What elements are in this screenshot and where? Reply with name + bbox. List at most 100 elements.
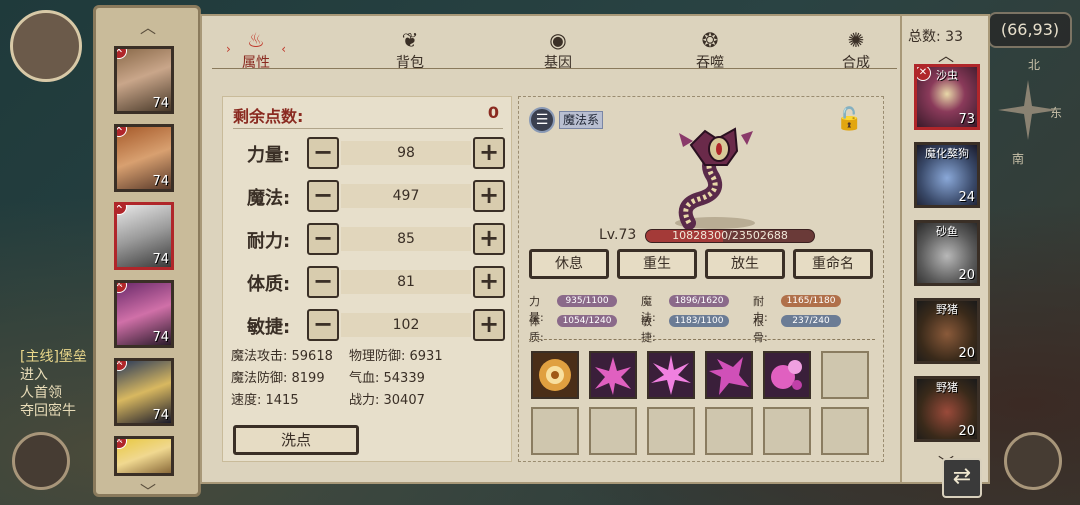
bag-icon: ❦ (401, 28, 419, 52)
stat-row-magic: 魔法: − 497 + (233, 180, 508, 212)
list-icon[interactable]: ☰ (529, 107, 555, 133)
pet-name: 砂鱼 (936, 225, 958, 238)
pet-card[interactable]: 野猪 20 (914, 376, 980, 442)
stat-value: 85 (341, 227, 471, 251)
hp-stat: 气血: 54339 (349, 371, 425, 386)
pet-level: 73 (958, 112, 975, 127)
empty-skill-slot[interactable] (589, 407, 637, 455)
quest-line: 夺回密牛 (20, 403, 76, 419)
phys-defense: 物理防御: 6931 (349, 349, 443, 364)
hero-roster[interactable]: ︿ ✕ 74 ✕ 74 ✕ 74 ⚔ 74 ⚔ 74 ⚔ ﹀ (93, 5, 201, 501)
hero-level: 74 (152, 252, 169, 267)
derived-stats: 魔法攻击: 59618 物理防御: 6931 魔法防御: 8199 气血: 54… (227, 345, 507, 409)
pet-info-panel: ☰ 魔法系 🔓 Lv.73 10828300/23502688 休息 重生 放生… (518, 96, 884, 462)
swap-icon[interactable]: ⇄ (942, 458, 982, 498)
hero-card[interactable]: ⚔ (114, 436, 174, 476)
decrease-button[interactable]: − (307, 223, 339, 255)
skill-slot[interactable] (647, 351, 695, 399)
remaining-points: 剩余点数: 0 (233, 103, 503, 129)
pet-level: 20 (958, 346, 975, 361)
rename-button[interactable]: 重命名 (793, 249, 873, 279)
pet-card[interactable]: 魔化獒狗 24 (914, 142, 980, 208)
map-action-button[interactable] (1004, 432, 1062, 490)
stat-label: 体质: (247, 274, 291, 295)
hero-card[interactable]: ⚔ 74 (114, 280, 174, 348)
stat-row-agility: 敏捷: − 102 + (233, 309, 508, 341)
pet-name: 沙虫 (936, 69, 958, 82)
decrease-button[interactable]: − (307, 309, 339, 341)
release-button[interactable]: 放生 (705, 249, 785, 279)
decrease-button[interactable]: − (307, 266, 339, 298)
pet-card-selected[interactable]: ✕ 沙虫 73 (914, 64, 980, 130)
hero-card[interactable]: ✕ 74 (114, 124, 174, 192)
stat-label: 力量: (247, 145, 291, 166)
pet-total-count: 总数: 33 (908, 29, 963, 45)
empty-skill-slot[interactable] (647, 407, 695, 455)
bubble-skill-icon (771, 360, 802, 390)
aptitude-value: 1165/1180 (781, 295, 841, 307)
decrease-button[interactable]: − (307, 180, 339, 212)
unlock-icon[interactable]: 🔓 (836, 107, 863, 132)
increase-button[interactable]: + (473, 137, 505, 169)
empty-skill-slot[interactable] (763, 407, 811, 455)
empty-skill-slot[interactable] (821, 351, 869, 399)
map-action-button[interactable] (12, 432, 70, 490)
increase-button[interactable]: + (473, 180, 505, 212)
reset-points-button[interactable]: 洗点 (233, 425, 359, 455)
hero-level: 74 (152, 174, 169, 189)
increase-button[interactable]: + (473, 266, 505, 298)
pet-name: 魔化獒狗 (925, 147, 969, 160)
increase-button[interactable]: + (473, 223, 505, 255)
stat-value: 497 (341, 184, 471, 208)
chevron-left-icon: › (226, 42, 231, 56)
pet-action-bar: 休息 重生 放生 重命名 (529, 249, 875, 279)
aptitude-value: 1054/1240 (557, 315, 617, 327)
hero-level: 74 (152, 96, 169, 111)
skill-slot[interactable] (763, 351, 811, 399)
stat-value: 98 (341, 141, 471, 165)
pet-exp-text: 10828300/23502688 (672, 229, 788, 242)
remaining-value: 0 (487, 103, 499, 122)
pet-level: 20 (958, 424, 975, 439)
pet-list-sidebar[interactable]: 总数: 33 ︿ ✕ 沙虫 73 魔化獒狗 24 砂鱼 20 野猪 20 野猪 … (900, 14, 990, 484)
hero-level: 74 (152, 330, 169, 345)
pet-level: 24 (958, 190, 975, 205)
empty-skill-slot[interactable] (705, 407, 753, 455)
flame-icon: ♨ (247, 28, 265, 52)
stat-label: 耐力: (247, 231, 291, 252)
pet-card[interactable]: 野猪 20 (914, 298, 980, 364)
rest-button[interactable]: 休息 (529, 249, 609, 279)
scroll-up-icon[interactable]: ︿ (140, 14, 156, 38)
stat-row-endurance: 耐力: − 85 + (233, 223, 508, 255)
empty-skill-slot[interactable] (821, 407, 869, 455)
quest-title: [主线]堡垒 (20, 349, 87, 365)
skill-slot[interactable] (531, 351, 579, 399)
hero-card[interactable]: ⚔ 74 (114, 358, 174, 426)
stat-value: 102 (341, 313, 471, 337)
aptitude-value: 935/1100 (557, 295, 617, 307)
pet-card[interactable]: 砂鱼 20 (914, 220, 980, 286)
player-avatar[interactable] (10, 10, 82, 82)
synth-icon: ✺ (847, 28, 865, 52)
decrease-button[interactable]: − (307, 137, 339, 169)
increase-button[interactable]: + (473, 309, 505, 341)
pet-school: 魔法系 (559, 111, 604, 129)
stat-row-constitution: 体质: − 81 + (233, 266, 508, 298)
magic-defense: 魔法防御: 8199 (231, 371, 325, 386)
pet-detail-panel: › ♨ 属性 ‹ ❦ 背包 ◉ 基因 ❂ 吞噬 ✺ 合成 剩余点数: 0 力量: (200, 14, 910, 484)
empty-skill-slot[interactable] (531, 407, 579, 455)
quest-line: 进入 (20, 367, 48, 383)
stat-row-strength: 力量: − 98 + (233, 137, 508, 169)
hero-card[interactable]: ✕ 74 (114, 46, 174, 114)
skill-slot[interactable] (589, 351, 637, 399)
scroll-up-icon[interactable]: ︿ (938, 42, 954, 66)
hero-card-selected[interactable]: ✕ 74 (114, 202, 174, 270)
scroll-down-icon[interactable]: ﹀ (140, 478, 156, 502)
rebirth-button[interactable]: 重生 (617, 249, 697, 279)
stat-label: 敏捷: (247, 317, 291, 338)
tab-divider (212, 68, 897, 69)
skill-slot[interactable] (705, 351, 753, 399)
quest-line: 人首领 (20, 385, 62, 401)
pet-level: 20 (958, 268, 975, 283)
quest-tracker[interactable]: [主线]堡垒 进入 人首领 夺回密牛 (20, 348, 87, 420)
